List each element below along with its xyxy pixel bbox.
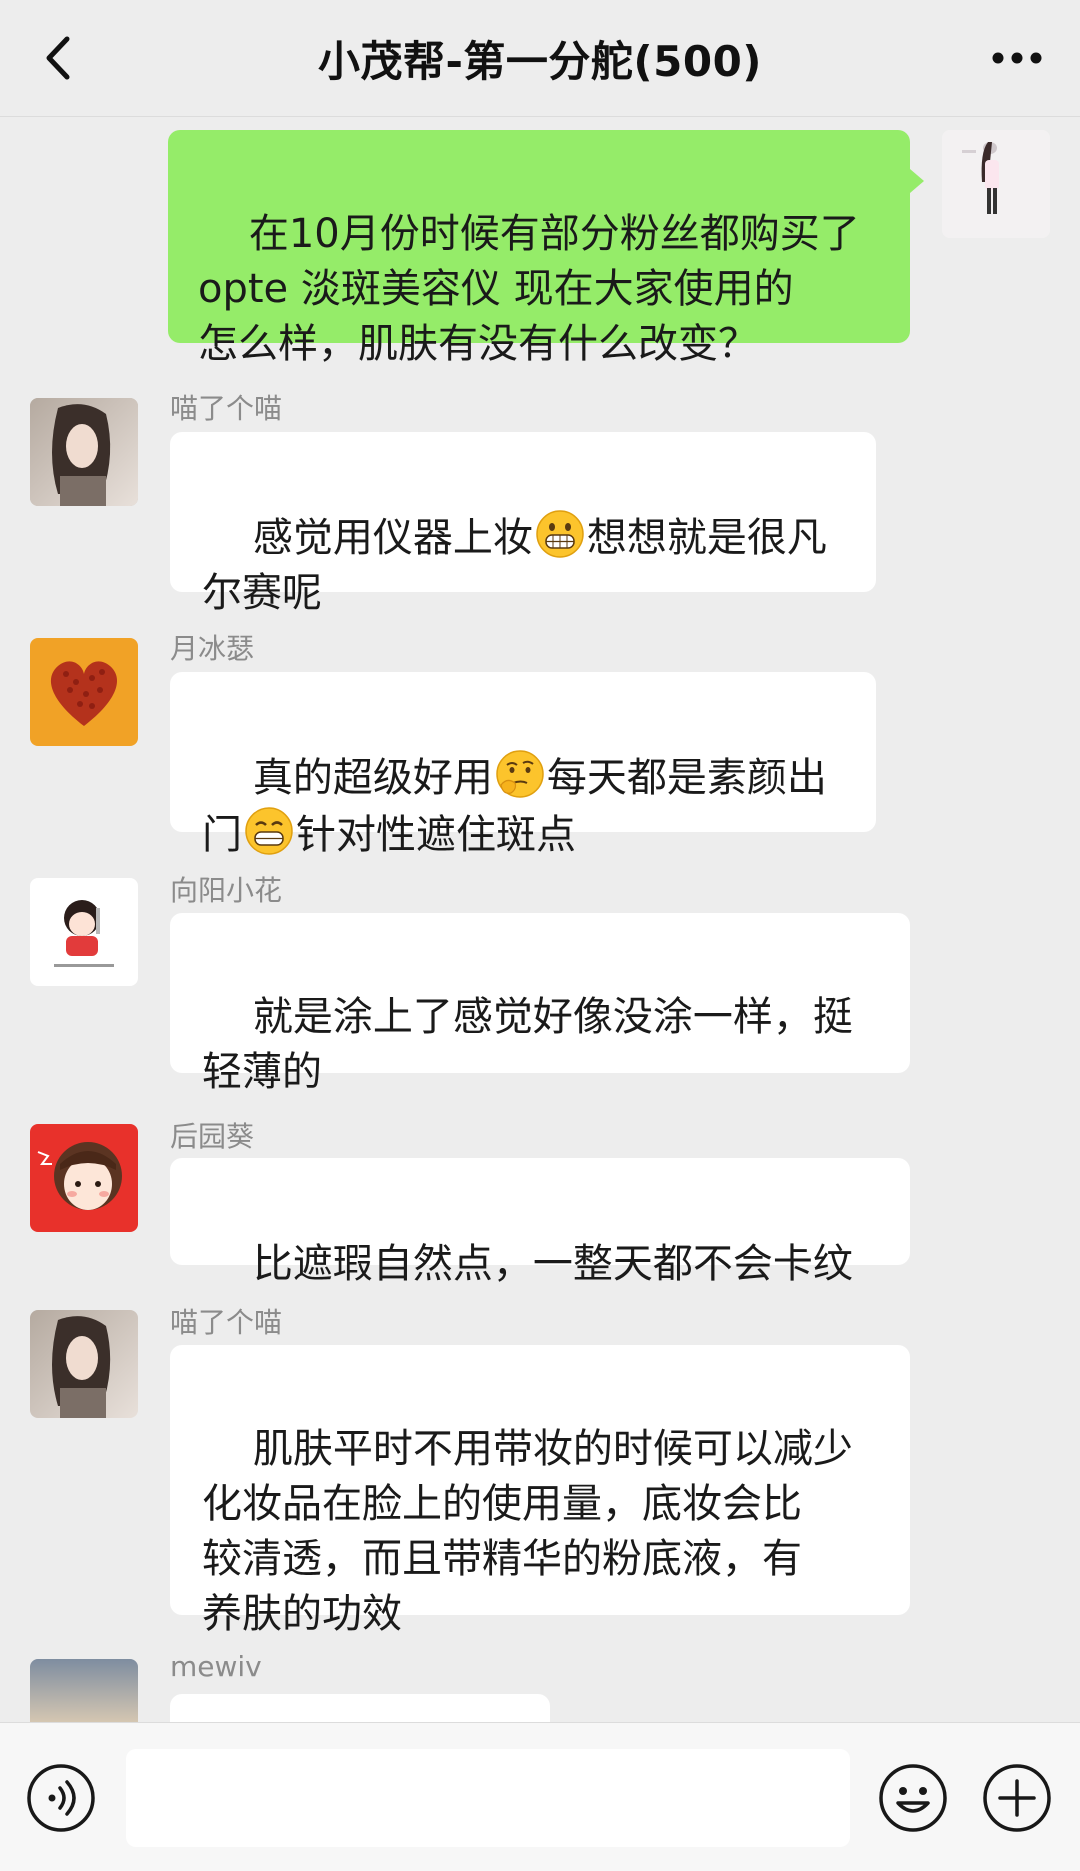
input-bar bbox=[0, 1722, 1080, 1871]
more-options-button[interactable] bbox=[982, 28, 1052, 88]
avatar-image bbox=[30, 638, 138, 746]
thinking-emoji-icon bbox=[496, 750, 544, 798]
message-bubble[interactable]: 比遮瑕自然点，一整天都不会卡纹 bbox=[170, 1158, 910, 1287]
sender-name: 月冰瑟 bbox=[170, 632, 255, 665]
avatar[interactable] bbox=[30, 1124, 138, 1232]
grin-emoji-icon bbox=[245, 807, 293, 855]
avatar[interactable] bbox=[30, 1310, 138, 1418]
sender-name: mewiv bbox=[170, 1650, 262, 1683]
avatar-image bbox=[30, 1659, 138, 1722]
message-text: 针对性遮住斑点 bbox=[296, 812, 576, 858]
message-text: 感觉用仪器上妆 bbox=[252, 515, 533, 561]
my-message-bubble[interactable]: 在10月份时候有部分粉丝都购买了 opte 淡斑美容仪 现在大家使用的 怎么样，… bbox=[168, 130, 910, 367]
my-avatar[interactable] bbox=[942, 130, 1050, 238]
chat-message-list[interactable]: 在10月份时候有部分粉丝都购买了 opte 淡斑美容仪 现在大家使用的 怎么样，… bbox=[0, 117, 1080, 1722]
avatar[interactable] bbox=[30, 638, 138, 746]
message-text: 肌肤平时不用带妆的时候可以减少 化妆品在脸上的使用量，底妆会比 较清透，而且带精… bbox=[202, 1426, 853, 1637]
voice-button[interactable] bbox=[26, 1763, 96, 1833]
avatar[interactable] bbox=[30, 878, 138, 986]
smiley-icon bbox=[879, 1764, 947, 1832]
message-text: 真的超级好用 bbox=[252, 755, 493, 801]
back-button[interactable] bbox=[28, 28, 88, 88]
plus-icon bbox=[983, 1764, 1051, 1832]
bubble-tail bbox=[910, 169, 924, 193]
avatar-image bbox=[30, 878, 138, 986]
avatar[interactable] bbox=[30, 398, 138, 506]
message-text: 比遮瑕自然点，一整天都不会卡纹 bbox=[252, 1241, 853, 1287]
sender-name: 喵了个喵 bbox=[170, 1306, 283, 1339]
avatar-image bbox=[30, 398, 138, 506]
message-bubble[interactable] bbox=[170, 1694, 550, 1722]
grin-emoji-icon bbox=[536, 510, 584, 558]
more-dots-icon bbox=[992, 52, 1042, 64]
message-bubble[interactable]: 真的超级好用 每天都是素颜出 门针对性遮住斑点 bbox=[170, 672, 876, 858]
message-bubble[interactable]: 感觉用仪器上妆 想想就是很凡 尔赛呢 bbox=[170, 432, 876, 616]
more-actions-button[interactable] bbox=[982, 1763, 1052, 1833]
avatar-image bbox=[30, 1310, 138, 1418]
sender-name: 后园葵 bbox=[170, 1120, 255, 1153]
sender-name: 喵了个喵 bbox=[170, 392, 283, 425]
avatar[interactable] bbox=[30, 1659, 138, 1722]
message-bubble[interactable]: 就是涂上了感觉好像没涂一样，挺 轻薄的 bbox=[170, 913, 910, 1095]
chevron-left-icon bbox=[46, 36, 70, 80]
sender-name: 向阳小花 bbox=[170, 874, 283, 907]
emoji-button[interactable] bbox=[878, 1763, 948, 1833]
page-title: 小茂帮-第一分舵(500) bbox=[318, 36, 762, 86]
message-bubble[interactable]: 肌肤平时不用带妆的时候可以减少 化妆品在脸上的使用量，底妆会比 较清透，而且带精… bbox=[170, 1345, 910, 1637]
avatar-image bbox=[942, 130, 1050, 238]
message-text: 在10月份时候有部分粉丝都购买了 opte 淡斑美容仪 现在大家使用的 怎么样，… bbox=[198, 211, 860, 367]
message-text: 就是涂上了感觉好像没涂一样，挺 轻薄的 bbox=[202, 994, 853, 1095]
avatar-image bbox=[30, 1124, 138, 1232]
message-input[interactable] bbox=[126, 1749, 850, 1847]
chat-header: 小茂帮-第一分舵(500) bbox=[0, 0, 1080, 117]
voice-icon bbox=[27, 1764, 95, 1832]
